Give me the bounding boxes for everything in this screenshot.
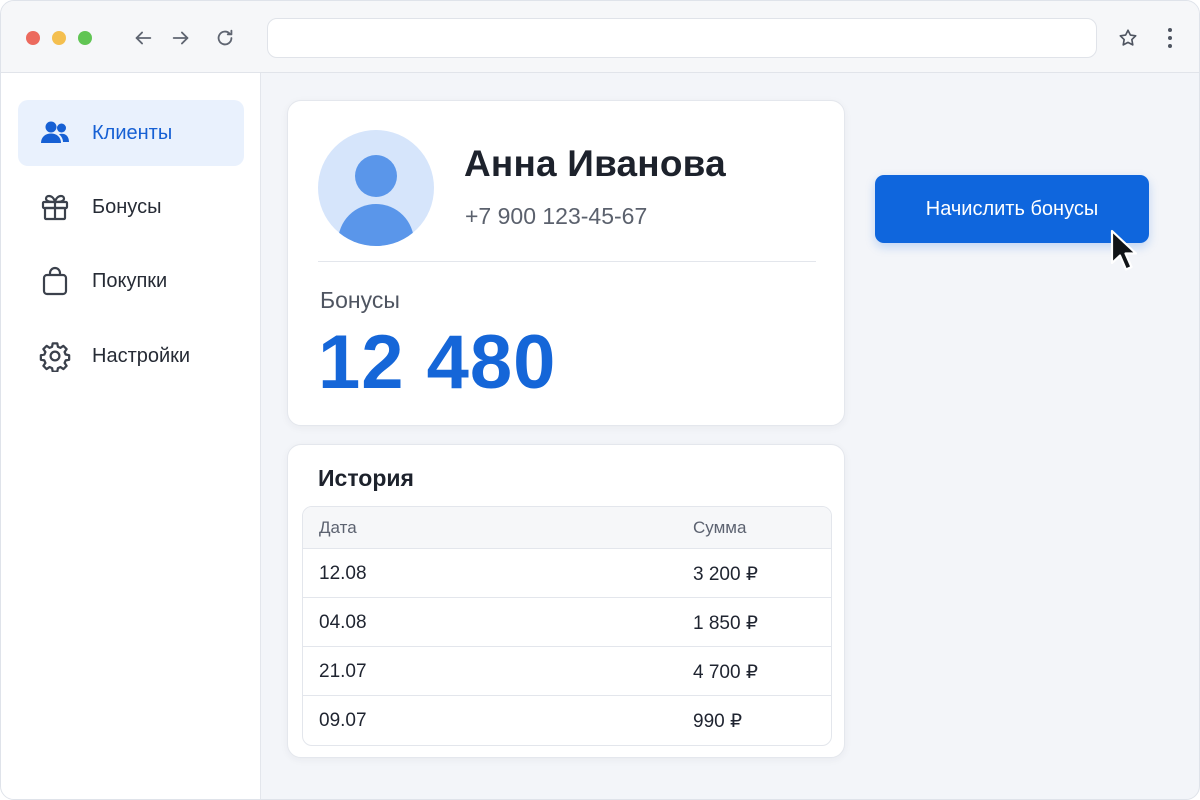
avatar (318, 130, 434, 246)
avatar-body-shape (338, 204, 414, 246)
accrue-bonuses-button[interactable]: Начислить бонусы (875, 175, 1149, 243)
users-icon (39, 117, 71, 149)
client-name: Анна Иванова (464, 143, 726, 184)
bookmark-button[interactable] (1115, 25, 1141, 51)
browser-window: Клиенты Бонусы Покупки Настройки Анна Ив… (0, 0, 1200, 800)
reload-button[interactable] (212, 25, 238, 51)
cell-amount: 1 850 ₽ (693, 613, 758, 634)
bonus-label: Бонусы (320, 287, 400, 313)
card-divider (318, 261, 816, 262)
browser-menu-button[interactable] (1158, 25, 1182, 51)
client-phone: +7 900 123-45-67 (465, 203, 648, 229)
bonus-balance: 12 480 (318, 320, 557, 405)
column-header-date: Дата (319, 518, 357, 537)
arrow-right-icon (172, 31, 189, 45)
history-title: История (318, 465, 414, 491)
history-table: Дата Сумма 12.08 3 200 ₽ 04.08 1 850 ₽ 2… (302, 506, 832, 746)
sidebar-item-clients[interactable]: Клиенты (18, 100, 244, 166)
sidebar-item-label: Бонусы (92, 195, 162, 218)
sidebar-item-label: Клиенты (92, 121, 173, 144)
sidebar-item-bonuses[interactable]: Бонусы (18, 174, 244, 240)
back-button[interactable] (130, 25, 156, 51)
table-row: 21.07 4 700 ₽ (303, 647, 831, 696)
forward-button[interactable] (168, 25, 194, 51)
cell-date: 21.07 (319, 661, 367, 682)
sidebar-item-purchases[interactable]: Покупки (18, 248, 244, 314)
column-header-amount: Сумма (693, 518, 747, 537)
address-bar[interactable] (267, 18, 1097, 58)
kebab-menu-icon (1168, 28, 1172, 48)
sidebar-item-label: Покупки (92, 269, 168, 292)
shopping-bag-icon (39, 265, 71, 297)
avatar-head-shape (355, 155, 397, 197)
star-icon (1119, 29, 1137, 46)
gear-icon (39, 340, 71, 372)
minimize-window-button[interactable] (52, 31, 66, 45)
mouse-pointer-icon (1110, 229, 1138, 271)
accrue-bonuses-label: Начислить бонусы (925, 197, 1099, 220)
cell-date: 09.07 (319, 710, 367, 731)
reload-icon (217, 29, 233, 46)
gift-icon (39, 191, 71, 223)
history-card: История Дата Сумма 12.08 3 200 ₽ 04.08 1… (287, 444, 845, 758)
browser-toolbar (1, 1, 1199, 73)
table-row: 09.07 990 ₽ (303, 696, 831, 745)
cell-amount: 4 700 ₽ (693, 662, 758, 683)
sidebar-item-settings[interactable]: Настройки (18, 323, 244, 389)
table-row: 04.08 1 850 ₽ (303, 598, 831, 647)
sidebar-item-label: Настройки (92, 344, 191, 367)
cell-amount: 990 ₽ (693, 711, 743, 732)
table-row: 12.08 3 200 ₽ (303, 549, 831, 598)
cell-amount: 3 200 ₽ (693, 564, 758, 585)
close-window-button[interactable] (26, 31, 40, 45)
cell-date: 12.08 (319, 563, 367, 584)
table-header: Дата Сумма (303, 507, 831, 549)
arrow-left-icon (135, 31, 152, 45)
maximize-window-button[interactable] (78, 31, 92, 45)
client-card: Анна Иванова +7 900 123-45-67 Бонусы 12 … (287, 100, 845, 426)
cell-date: 04.08 (319, 612, 367, 633)
sidebar: Клиенты Бонусы Покупки Настройки (1, 73, 261, 799)
